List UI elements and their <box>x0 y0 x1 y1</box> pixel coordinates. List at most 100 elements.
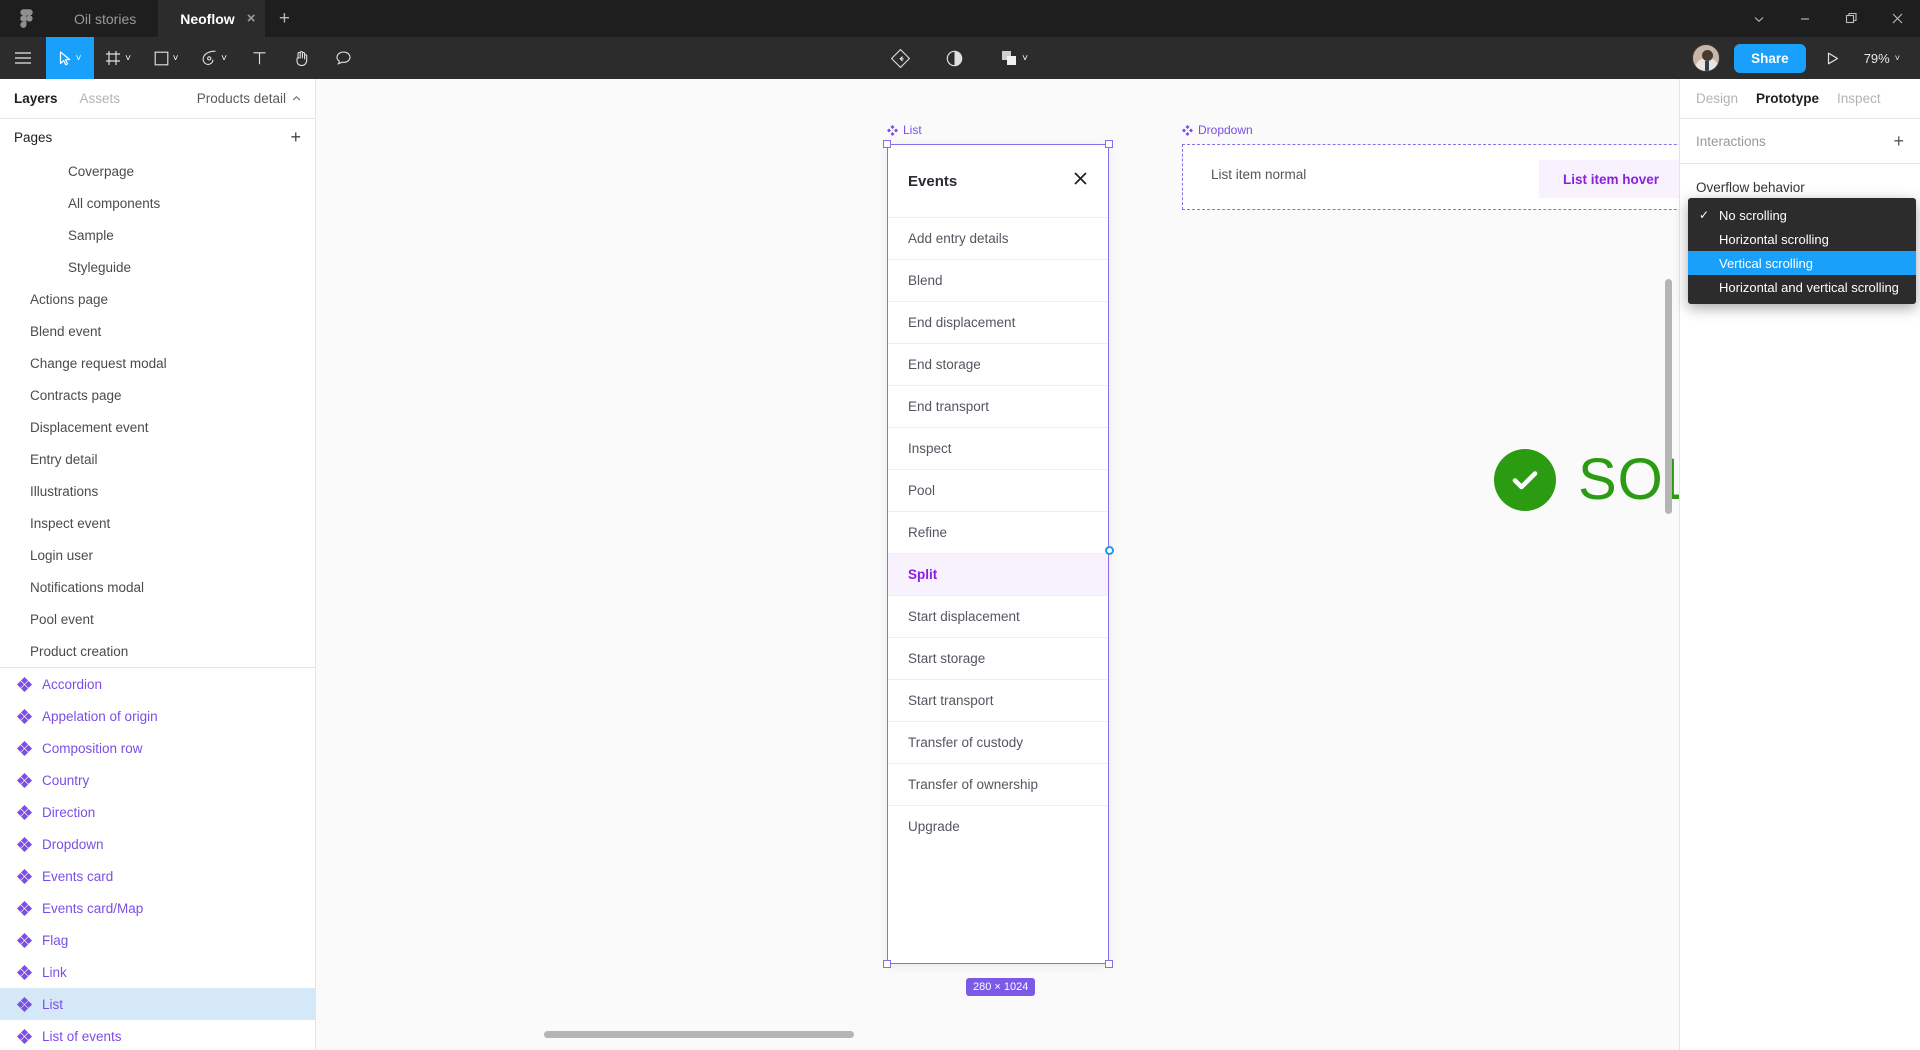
half-circle-contrast-icon[interactable] <box>937 37 971 79</box>
component-diamond-icon[interactable] <box>883 37 917 79</box>
page-item[interactable]: Inspect event <box>0 507 315 539</box>
chevron-down-icon[interactable]: ˅ <box>1022 53 1028 64</box>
tab-layers[interactable]: Layers <box>14 91 58 106</box>
component-item-flag[interactable]: Flag <box>0 924 315 956</box>
add-interaction-button[interactable]: + <box>1893 131 1904 152</box>
events-list-item[interactable]: Blend <box>888 259 1108 301</box>
resize-handle-tl[interactable] <box>883 140 891 148</box>
tab-design[interactable]: Design <box>1696 91 1738 106</box>
component-item-link[interactable]: Link <box>0 956 315 988</box>
events-list-item[interactable]: Split <box>888 553 1108 595</box>
component-item-events-card-map[interactable]: Events card/Map <box>0 892 315 924</box>
page-item[interactable]: Displacement event <box>0 411 315 443</box>
tab-oil-stories[interactable]: Oil stories <box>52 0 158 37</box>
events-list-item[interactable]: Upgrade <box>888 805 1108 847</box>
component-item-composition-row[interactable]: Composition row <box>0 732 315 764</box>
comment-tool[interactable] <box>322 37 364 79</box>
maximize-icon[interactable] <box>1828 0 1874 37</box>
page-item[interactable]: Pool event <box>0 603 315 635</box>
events-list-item[interactable]: End displacement <box>888 301 1108 343</box>
page-item[interactable]: Illustrations <box>0 475 315 507</box>
page-item[interactable]: Sample <box>0 219 315 251</box>
hand-tool[interactable] <box>280 37 322 79</box>
resize-handle-tr[interactable] <box>1105 140 1113 148</box>
resize-handle-bl[interactable] <box>883 960 891 968</box>
pen-tool[interactable]: ˅ <box>190 37 238 79</box>
overflow-option-horizontal-scrolling[interactable]: Horizontal scrolling <box>1688 227 1916 251</box>
page-item[interactable]: All components <box>0 187 315 219</box>
frame-label-list[interactable]: List <box>887 123 922 137</box>
shape-tool[interactable]: ˅ <box>142 37 190 79</box>
component-item-list-of-events[interactable]: List of events <box>0 1020 315 1050</box>
union-shapes-icon[interactable]: ˅ <box>991 37 1037 79</box>
events-list-item[interactable]: Transfer of ownership <box>888 763 1108 805</box>
chevron-down-icon[interactable]: ˅ <box>125 53 131 64</box>
play-triangle-icon[interactable] <box>1820 45 1846 71</box>
page-item[interactable]: Notifications modal <box>0 571 315 603</box>
component-item-direction[interactable]: Direction <box>0 796 315 828</box>
page-item[interactable]: Actions page <box>0 283 315 315</box>
component-item-list[interactable]: List <box>0 988 315 1020</box>
share-button[interactable]: Share <box>1734 43 1806 73</box>
close-window-icon[interactable] <box>1874 0 1920 37</box>
page-item[interactable]: Contracts page <box>0 379 315 411</box>
events-list-item[interactable]: Start displacement <box>888 595 1108 637</box>
canvas-horizontal-scrollbar[interactable] <box>544 1031 854 1038</box>
list-component-frame[interactable]: Events Add entry details Blend End displac… <box>887 144 1109 964</box>
figma-logo-icon[interactable] <box>0 0 52 37</box>
chevron-down-icon[interactable]: ˅ <box>173 53 179 64</box>
page-item[interactable]: Login user <box>0 539 315 571</box>
events-list-item[interactable]: Inspect <box>888 427 1108 469</box>
component-item-country[interactable]: Country <box>0 764 315 796</box>
events-list-item[interactable]: Pool <box>888 469 1108 511</box>
add-page-button[interactable]: + <box>290 127 301 148</box>
page-item[interactable]: Styleguide <box>0 251 315 283</box>
chevron-down-icon[interactable]: ˅ <box>221 53 227 64</box>
events-list-item[interactable]: Refine <box>888 511 1108 553</box>
events-list-item[interactable]: Add entry details <box>888 217 1108 259</box>
component-item-events-card[interactable]: Events card <box>0 860 315 892</box>
frame-tool[interactable]: ˅ <box>94 37 142 79</box>
component-item-accordion[interactable]: Accordion <box>0 668 315 700</box>
close-icon[interactable] <box>1073 171 1088 191</box>
tab-assets[interactable]: Assets <box>80 91 121 106</box>
overflow-option-horizontal-and-vertical-scrolling[interactable]: Horizontal and vertical scrolling <box>1688 275 1916 299</box>
scroll-anchor-dot[interactable] <box>1105 546 1114 555</box>
events-list-item[interactable]: Start storage <box>888 637 1108 679</box>
resize-handle-br[interactable] <box>1105 960 1113 968</box>
component-item-appelation-of-origin[interactable]: Appelation of origin <box>0 700 315 732</box>
overflow-option-no-scrolling[interactable]: ✓ No scrolling <box>1688 203 1916 227</box>
minimize-icon[interactable] <box>1782 0 1828 37</box>
events-list-item[interactable]: Start transport <box>888 679 1108 721</box>
page-item[interactable]: Blend event <box>0 315 315 347</box>
move-tool[interactable]: ˅ <box>46 37 94 79</box>
text-tool[interactable] <box>238 37 280 79</box>
close-icon[interactable]: × <box>247 11 256 26</box>
page-item[interactable]: Product creation <box>0 635 315 667</box>
list-item-hover[interactable]: List item hover <box>1539 160 1679 198</box>
events-list-item[interactable]: Transfer of custody <box>888 721 1108 763</box>
chevron-down-icon[interactable]: ˅ <box>1895 53 1900 63</box>
canvas-vertical-scrollbar[interactable] <box>1665 279 1672 514</box>
file-name-dropdown[interactable]: Products detail <box>197 91 301 106</box>
component-item-dropdown[interactable]: Dropdown <box>0 828 315 860</box>
page-item[interactable]: Entry detail <box>0 443 315 475</box>
new-tab-button[interactable]: + <box>265 0 303 37</box>
page-item[interactable]: Change request modal <box>0 347 315 379</box>
events-list-item[interactable]: End storage <box>888 343 1108 385</box>
overflow-behavior-menu[interactable]: ✓ No scrolling Horizontal scrolling Vertica… <box>1688 198 1916 304</box>
chevron-down-icon[interactable] <box>1736 0 1782 37</box>
tab-inspect[interactable]: Inspect <box>1837 91 1881 106</box>
hamburger-menu-icon[interactable] <box>0 37 46 79</box>
frame-label-dropdown[interactable]: Dropdown <box>1182 123 1253 137</box>
dropdown-component-frame[interactable]: List item normal List item hover <box>1182 144 1679 210</box>
zoom-level-control[interactable]: 79% ˅ <box>1860 49 1904 68</box>
chevron-down-icon[interactable]: ˅ <box>76 53 82 64</box>
design-canvas[interactable]: List Events Add entry details Blend End di… <box>316 79 1679 1050</box>
tab-prototype[interactable]: Prototype <box>1756 91 1819 106</box>
page-item[interactable]: Coverpage <box>0 155 315 187</box>
user-avatar[interactable] <box>1692 44 1721 72</box>
overflow-option-vertical-scrolling[interactable]: Vertical scrolling <box>1688 251 1916 275</box>
tab-neoflow[interactable]: Neoflow × <box>158 0 266 37</box>
events-list-item[interactable]: End transport <box>888 385 1108 427</box>
